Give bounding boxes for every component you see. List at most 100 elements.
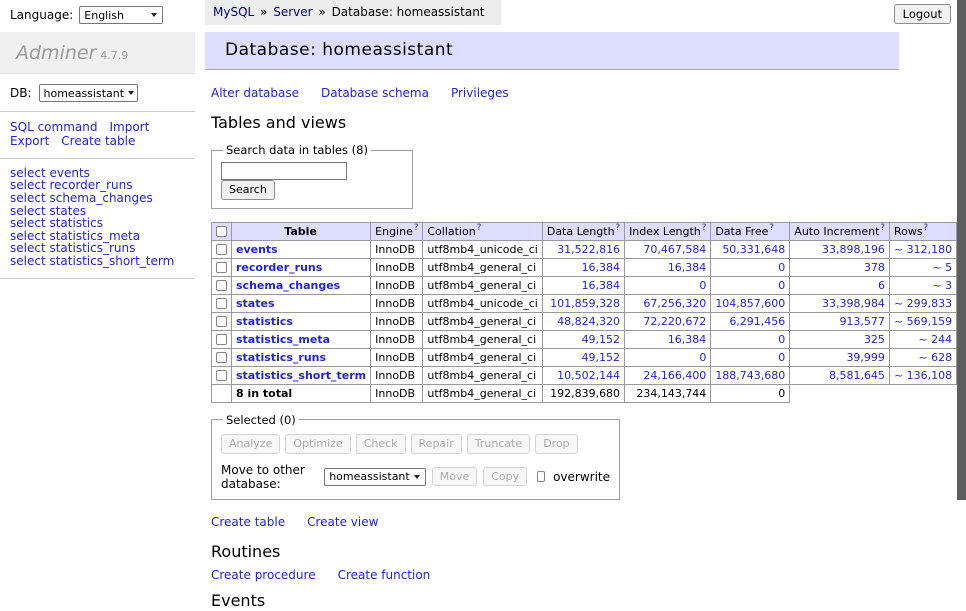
data-length-link[interactable]: 48,824,320 [557, 315, 620, 328]
move-db-select[interactable]: homeassistant [324, 468, 426, 486]
column-help-link[interactable]: ? [924, 223, 929, 233]
database-action-link[interactable]: Database schema [321, 86, 429, 100]
rows-count-link[interactable]: ~ 628 [918, 351, 952, 364]
table-name-link[interactable]: events [236, 243, 278, 256]
create-link[interactable]: Create table [211, 515, 285, 529]
data-free-link[interactable]: 0 [778, 261, 785, 274]
column-help-link[interactable]: ? [702, 223, 707, 233]
data-length-link[interactable]: 101,859,328 [550, 297, 620, 310]
column-help-link[interactable]: ? [414, 223, 419, 233]
selected-action-button[interactable]: Optimize [285, 434, 350, 454]
data-free-link[interactable]: 0 [778, 351, 785, 364]
selected-action-button[interactable]: Check [356, 434, 406, 454]
data-length-link[interactable]: 16,384 [582, 261, 621, 274]
index-length-link[interactable]: 24,166,400 [643, 369, 706, 382]
auto-increment-link[interactable]: 325 [864, 333, 885, 346]
overwrite-checkbox[interactable] [537, 471, 545, 482]
data-free-link[interactable]: 188,743,680 [715, 369, 785, 382]
data-free-link[interactable]: 6,291,456 [729, 315, 785, 328]
sidebar-item-select-table[interactable]: select schema_changes [10, 192, 195, 205]
data-free-link[interactable]: 50,331,648 [722, 243, 785, 256]
row-checkbox[interactable] [216, 334, 227, 345]
routine-create-link[interactable]: Create function [338, 568, 431, 582]
index-length-link[interactable]: 0 [699, 351, 706, 364]
database-action-link[interactable]: Privileges [451, 86, 509, 100]
sidebar-item-select-table[interactable]: select statistics_short_term [10, 255, 195, 268]
column-help-link[interactable]: ? [769, 223, 774, 233]
search-input[interactable] [221, 162, 347, 180]
rows-count-link[interactable]: ~ 5 [932, 261, 952, 274]
table-name-link[interactable]: statistics_short_term [236, 369, 366, 382]
data-length-link[interactable]: 16,384 [582, 279, 621, 292]
auto-increment-link[interactable]: 6 [878, 279, 885, 292]
table-name-link[interactable]: states [236, 297, 275, 310]
row-checkbox[interactable] [216, 280, 227, 291]
index-length-link[interactable]: 0 [699, 279, 706, 292]
index-length-link[interactable]: 16,384 [668, 333, 707, 346]
auto-increment-link[interactable]: 33,898,196 [822, 243, 885, 256]
move-button[interactable]: Move [432, 467, 478, 487]
rows-count-link[interactable]: ~ 569,159 [894, 315, 952, 328]
row-checkbox[interactable] [216, 262, 227, 273]
rows-count-link[interactable]: ~ 136,108 [894, 369, 952, 382]
brand-link[interactable]: Adminer [16, 42, 96, 64]
selected-action-button[interactable]: Repair [411, 434, 462, 454]
data-free-link[interactable]: 0 [778, 333, 785, 346]
index-length-link[interactable]: 70,467,584 [643, 243, 706, 256]
database-action-link[interactable]: Alter database [211, 86, 299, 100]
data-length-link[interactable]: 31,522,816 [557, 243, 620, 256]
selected-action-button[interactable]: Drop [535, 434, 577, 454]
breadcrumb-server-link[interactable]: Server [273, 5, 312, 19]
auto-increment-link[interactable]: 913,577 [839, 315, 885, 328]
scrollbar-thumb[interactable] [957, 0, 966, 500]
selected-action-button[interactable]: Truncate [467, 434, 530, 454]
row-checkbox[interactable] [216, 316, 227, 327]
selected-action-button[interactable]: Analyze [221, 434, 280, 454]
sidebar-link[interactable]: Export [10, 134, 49, 148]
select-all-checkbox[interactable] [216, 226, 227, 237]
data-length-link[interactable]: 49,152 [582, 351, 621, 364]
column-help-link[interactable]: ? [880, 223, 885, 233]
row-checkbox[interactable] [216, 298, 227, 309]
table-name-link[interactable]: recorder_runs [236, 261, 322, 274]
routine-create-link[interactable]: Create procedure [211, 568, 316, 582]
table-name-link[interactable]: statistics [236, 315, 293, 328]
column-help-link[interactable]: ? [477, 223, 482, 233]
data-length-link[interactable]: 49,152 [582, 333, 621, 346]
scrollbar-track[interactable] [957, 0, 966, 543]
auto-increment-link[interactable]: 378 [864, 261, 885, 274]
search-button[interactable]: Search [221, 180, 275, 200]
breadcrumb-mysql-link[interactable]: MySQL [213, 5, 254, 19]
index-length-cell: 16,384 [625, 258, 711, 276]
index-length-link[interactable]: 16,384 [668, 261, 707, 274]
db-select[interactable]: homeassistant [39, 84, 138, 102]
language-select[interactable]: English [79, 6, 163, 24]
row-checkbox[interactable] [216, 244, 227, 255]
column-help-link[interactable]: ? [616, 223, 621, 233]
rows-count-link[interactable]: ~ 244 [918, 333, 952, 346]
data-length-link[interactable]: 10,502,144 [557, 369, 620, 382]
sidebar-link[interactable]: SQL command [10, 120, 97, 134]
rows-count-link[interactable]: ~ 312,180 [894, 243, 952, 256]
index-length-link[interactable]: 72,220,672 [643, 315, 706, 328]
data-free-link[interactable]: 0 [778, 279, 785, 292]
row-checkbox[interactable] [216, 370, 227, 381]
index-length-link[interactable]: 67,256,320 [643, 297, 706, 310]
sidebar-link[interactable]: Import [109, 120, 149, 134]
rows-count-link[interactable]: ~ 299,833 [894, 297, 952, 310]
auto-increment-link[interactable]: 8,581,645 [829, 369, 885, 382]
rows-count-link[interactable]: ~ 3 [932, 279, 952, 292]
sidebar-item-select-table[interactable]: select statistics [10, 217, 195, 230]
sidebar-link[interactable]: Create table [61, 134, 135, 148]
auto-increment-link[interactable]: 39,999 [846, 351, 885, 364]
table-name-link[interactable]: schema_changes [236, 279, 340, 292]
copy-button[interactable]: Copy [483, 467, 527, 487]
table-name-link[interactable]: statistics_runs [236, 351, 326, 364]
table-name-link[interactable]: statistics_meta [236, 333, 330, 346]
auto-increment-link[interactable]: 33,398,984 [822, 297, 885, 310]
row-checkbox[interactable] [216, 352, 227, 363]
data-free-link[interactable]: 104,857,600 [715, 297, 785, 310]
create-link[interactable]: Create view [307, 515, 378, 529]
version-link[interactable]: 4.7.9 [100, 49, 128, 62]
collation-cell: utf8mb4_general_ci [423, 312, 542, 330]
